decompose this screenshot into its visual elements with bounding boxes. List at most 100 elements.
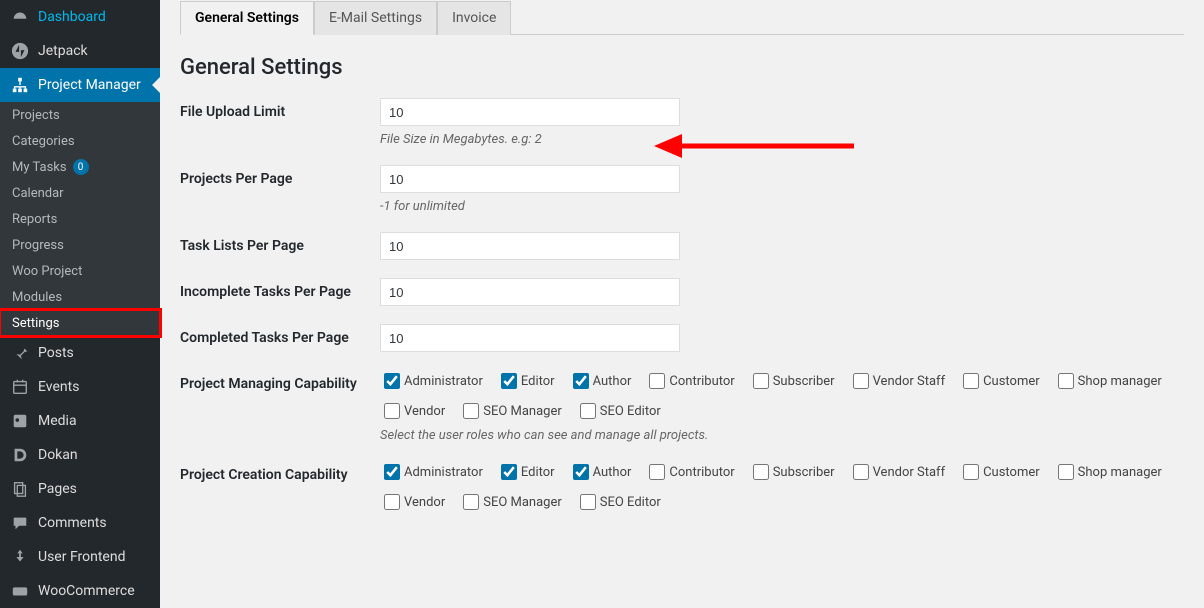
input-completed-tasks-per-page[interactable] xyxy=(380,324,680,352)
label-task-lists-per-page: Task Lists Per Page xyxy=(180,232,380,254)
input-projects-per-page[interactable] xyxy=(380,165,680,193)
row-project-creation: Project Creation Capability Administrato… xyxy=(180,461,1184,513)
checkbox-label: Subscriber xyxy=(773,465,835,480)
checkbox-editor[interactable]: Editor xyxy=(497,461,555,483)
checkbox-label: Shop manager xyxy=(1078,374,1162,389)
checkbox-seo-editor[interactable]: SEO Editor xyxy=(576,491,661,513)
checkbox-input[interactable] xyxy=(384,464,400,480)
submenu-item-mytasks[interactable]: My Tasks0 xyxy=(0,154,160,180)
checkbox-label: Shop manager xyxy=(1078,465,1162,480)
sidebar-submenu: Projects Categories My Tasks0 Calendar R… xyxy=(0,102,160,336)
checkbox-input[interactable] xyxy=(384,403,400,419)
sidebar-label: Dokan xyxy=(38,447,78,463)
checkbox-shop-manager[interactable]: Shop manager xyxy=(1054,370,1162,392)
sidebar-item-dashboard[interactable]: Dashboard xyxy=(0,0,160,34)
sidebar-item-comments[interactable]: Comments xyxy=(0,506,160,540)
checkbox-label: Contributor xyxy=(669,374,734,389)
checkbox-seo-manager[interactable]: SEO Manager xyxy=(459,491,562,513)
sidebar-item-userfrontend[interactable]: User Frontend xyxy=(0,540,160,574)
sidebar-label: Dashboard xyxy=(38,9,106,25)
checkbox-input[interactable] xyxy=(384,494,400,510)
checkbox-vendor-staff[interactable]: Vendor Staff xyxy=(849,461,946,483)
sidebar-item-project-manager[interactable]: Project Manager xyxy=(0,68,160,102)
sidebar-item-events[interactable]: Events xyxy=(0,370,160,404)
input-file-upload[interactable] xyxy=(380,98,680,126)
checkbox-input[interactable] xyxy=(384,373,400,389)
checkbox-input[interactable] xyxy=(580,494,596,510)
checkbox-seo-editor[interactable]: SEO Editor xyxy=(576,400,661,422)
managing-checkboxes: Administrator Editor Author Contributor Subs… xyxy=(380,370,1184,422)
sidebar-label: Jetpack xyxy=(38,43,88,59)
checkbox-customer[interactable]: Customer xyxy=(959,370,1040,392)
sidebar-item-dokan[interactable]: Dokan xyxy=(0,438,160,472)
checkbox-input[interactable] xyxy=(753,373,769,389)
checkbox-input[interactable] xyxy=(649,464,665,480)
checkbox-label: SEO Editor xyxy=(600,495,661,510)
checkbox-label: Editor xyxy=(521,374,555,389)
submenu-item-modules[interactable]: Modules xyxy=(0,284,160,310)
label-project-managing: Project Managing Capability xyxy=(180,370,380,392)
calendar-icon xyxy=(10,377,30,397)
submenu-item-calendar[interactable]: Calendar xyxy=(0,180,160,206)
submenu-item-categories[interactable]: Categories xyxy=(0,128,160,154)
creation-checkboxes: Administrator Editor Author Contributor Subs… xyxy=(380,461,1184,513)
checkbox-input[interactable] xyxy=(853,464,869,480)
sidebar-label: Pages xyxy=(38,481,77,497)
helper-projects-per-page: -1 for unlimited xyxy=(380,199,1184,214)
submenu-item-settings[interactable]: Settings xyxy=(0,310,160,336)
checkbox-vendor[interactable]: Vendor xyxy=(380,400,445,422)
label-incomplete-tasks-per-page: Incomplete Tasks Per Page xyxy=(180,278,380,300)
checkbox-input[interactable] xyxy=(573,464,589,480)
checkbox-label: Administrator xyxy=(404,465,483,480)
checkbox-author[interactable]: Author xyxy=(569,461,632,483)
checkbox-subscriber[interactable]: Subscriber xyxy=(749,461,835,483)
checkbox-input[interactable] xyxy=(963,373,979,389)
checkbox-label: SEO Manager xyxy=(483,404,562,419)
sidebar-item-jetpack[interactable]: Jetpack xyxy=(0,34,160,68)
checkbox-administrator[interactable]: Administrator xyxy=(380,370,483,392)
tab-invoice[interactable]: Invoice xyxy=(437,1,511,35)
label-completed-tasks-per-page: Completed Tasks Per Page xyxy=(180,324,380,346)
sidebar-item-media[interactable]: Media xyxy=(0,404,160,438)
submenu-item-wooproject[interactable]: Woo Project xyxy=(0,258,160,284)
sidebar-item-posts[interactable]: Posts xyxy=(0,336,160,370)
checkbox-contributor[interactable]: Contributor xyxy=(645,370,734,392)
sidebar-item-woocommerce[interactable]: WooCommerce xyxy=(0,574,160,608)
mytasks-badge: 0 xyxy=(73,159,89,175)
checkbox-input[interactable] xyxy=(649,373,665,389)
checkbox-shop-manager[interactable]: Shop manager xyxy=(1054,461,1162,483)
sitemap-icon xyxy=(10,75,30,95)
checkbox-input[interactable] xyxy=(1058,464,1074,480)
input-task-lists-per-page[interactable] xyxy=(380,232,680,260)
submenu-item-reports[interactable]: Reports xyxy=(0,206,160,232)
checkbox-administrator[interactable]: Administrator xyxy=(380,461,483,483)
pin-icon xyxy=(10,343,30,363)
label-file-upload: File Upload Limit xyxy=(180,98,380,120)
checkbox-input[interactable] xyxy=(580,403,596,419)
checkbox-vendor[interactable]: Vendor xyxy=(380,491,445,513)
checkbox-input[interactable] xyxy=(463,494,479,510)
input-incomplete-tasks-per-page[interactable] xyxy=(380,278,680,306)
checkbox-editor[interactable]: Editor xyxy=(497,370,555,392)
submenu-item-progress[interactable]: Progress xyxy=(0,232,160,258)
checkbox-input[interactable] xyxy=(501,464,517,480)
submenu-item-projects[interactable]: Projects xyxy=(0,102,160,128)
tab-general-settings[interactable]: General Settings xyxy=(180,1,314,35)
sidebar-item-pages[interactable]: Pages xyxy=(0,472,160,506)
checkbox-label: Vendor xyxy=(404,495,445,510)
checkbox-author[interactable]: Author xyxy=(569,370,632,392)
checkbox-seo-manager[interactable]: SEO Manager xyxy=(459,400,562,422)
checkbox-contributor[interactable]: Contributor xyxy=(645,461,734,483)
tab-email-settings[interactable]: E-Mail Settings xyxy=(314,1,437,35)
checkbox-input[interactable] xyxy=(753,464,769,480)
checkbox-customer[interactable]: Customer xyxy=(959,461,1040,483)
checkbox-vendor-staff[interactable]: Vendor Staff xyxy=(849,370,946,392)
checkbox-input[interactable] xyxy=(1058,373,1074,389)
checkbox-subscriber[interactable]: Subscriber xyxy=(749,370,835,392)
checkbox-input[interactable] xyxy=(853,373,869,389)
checkbox-input[interactable] xyxy=(573,373,589,389)
dokan-icon xyxy=(10,445,30,465)
checkbox-input[interactable] xyxy=(463,403,479,419)
checkbox-input[interactable] xyxy=(963,464,979,480)
checkbox-input[interactable] xyxy=(501,373,517,389)
